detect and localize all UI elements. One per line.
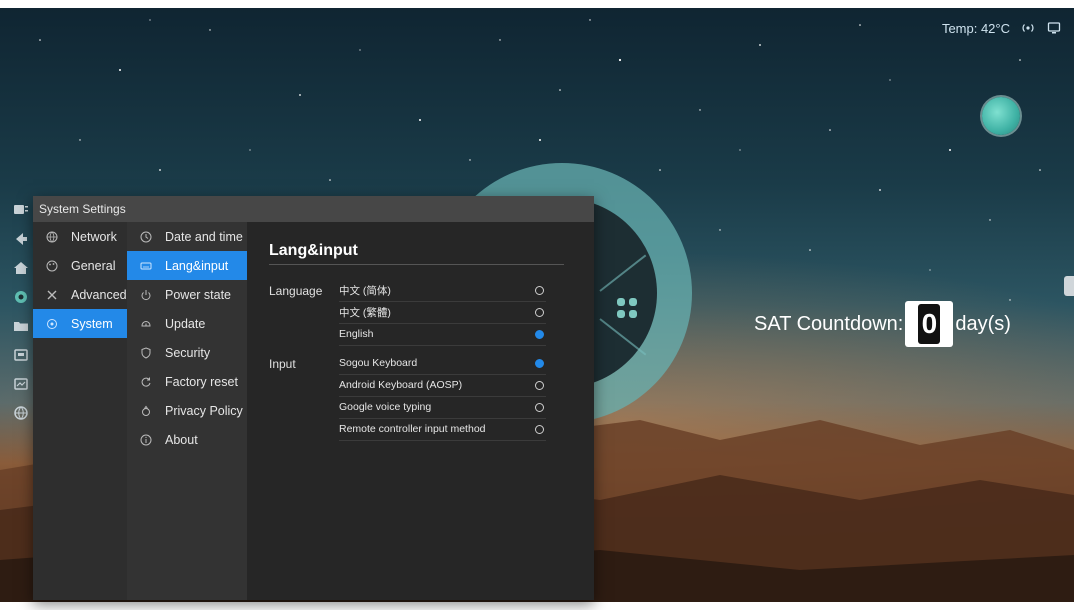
countdown-digit: 0 [918, 304, 941, 344]
category-label: General [71, 258, 116, 273]
signal-icon[interactable] [1020, 20, 1036, 36]
category-label: Network [71, 229, 117, 244]
input-option-remote-controller[interactable]: Remote controller input method [339, 418, 546, 441]
whiteboard-icon[interactable] [9, 369, 33, 398]
subitem-label: Privacy Policy [165, 403, 243, 418]
lang-input-panel: Lang&input Language 中文 (简体) 中文 (繁體) Engl… [247, 222, 594, 600]
temperature-readout: Temp: 42°C [941, 20, 1010, 36]
option-label: English [339, 328, 374, 340]
subitem-label: Date and time [165, 229, 243, 244]
subitem-label: About [165, 432, 198, 447]
countdown-label: SAT Countdown: [754, 312, 904, 335]
system-icon [45, 317, 59, 331]
subitem-about[interactable]: About [127, 425, 247, 454]
category-system[interactable]: System [33, 309, 127, 338]
globe-icon [45, 230, 59, 244]
category-network[interactable]: Network [33, 222, 127, 251]
gear-icon[interactable] [9, 282, 33, 311]
option-label: Android Keyboard (AOSP) [339, 379, 463, 391]
subitem-label: Factory reset [165, 374, 238, 389]
language-option-traditional-chinese[interactable]: 中文 (繁體) [339, 301, 546, 324]
subitem-update[interactable]: Update [127, 309, 247, 338]
option-label: Google voice typing [339, 401, 432, 413]
folder-icon[interactable] [9, 311, 33, 340]
category-general[interactable]: General [33, 251, 127, 280]
subcategory-list: Date and time Lang&input Power state Upd… [127, 222, 247, 600]
radio-button-selected[interactable] [535, 329, 544, 339]
screen-icon[interactable] [1046, 20, 1062, 36]
radio-button[interactable] [535, 402, 544, 412]
subitem-label: Power state [165, 287, 232, 302]
input-section-label: Input [269, 357, 296, 371]
tools-icon [45, 288, 59, 302]
palette-icon [45, 259, 59, 273]
countdown-unit: day(s) [955, 312, 1011, 335]
shield-icon [139, 346, 153, 360]
privacy-icon [139, 404, 153, 418]
radio-button[interactable] [535, 380, 544, 390]
keyboard-icon [139, 259, 153, 273]
subitem-date-and-time[interactable]: Date and time [127, 222, 247, 251]
option-label: 中文 (简体) [339, 284, 391, 297]
apps-grid-icon[interactable] [616, 297, 638, 319]
frame-top [0, 0, 1074, 8]
subitem-privacy-policy[interactable]: Privacy Policy [127, 396, 247, 425]
clock-icon [139, 230, 153, 244]
option-label: Sogou Keyboard [339, 357, 418, 369]
input-option-google-voice-typing[interactable]: Google voice typing [339, 396, 546, 419]
language-section-label: Language [269, 284, 323, 298]
reset-icon [139, 375, 153, 389]
browser-icon[interactable] [9, 398, 33, 427]
status-bar: Temp: 42°C [942, 17, 1062, 39]
power-icon [139, 288, 153, 302]
radio-button[interactable] [535, 424, 544, 434]
category-advanced[interactable]: Advanced [33, 280, 127, 309]
screenshot-icon[interactable] [9, 340, 33, 369]
subitem-lang-input[interactable]: Lang&input [127, 251, 247, 280]
back-icon[interactable] [9, 224, 33, 253]
sat-countdown-widget: SAT Countdown: 0 day(s) [754, 284, 1011, 364]
settings-app-icon[interactable] [9, 195, 33, 224]
info-icon [139, 433, 153, 447]
radio-button-selected[interactable] [535, 358, 544, 368]
input-option-sogou-keyboard[interactable]: Sogou Keyboard [339, 352, 546, 375]
subitem-factory-reset[interactable]: Factory reset [127, 367, 247, 396]
update-icon [139, 317, 153, 331]
subitem-label: Security [165, 345, 211, 360]
category-label: System [71, 316, 113, 331]
panel-divider [269, 264, 564, 265]
panel-title: Lang&input [269, 242, 358, 259]
window-title: System Settings [33, 196, 594, 222]
right-edge-handle[interactable] [1064, 276, 1074, 296]
subitem-label: Lang&input [165, 258, 229, 273]
floating-assistant-ball[interactable] [982, 97, 1020, 135]
home-icon[interactable] [9, 253, 33, 282]
option-label: Remote controller input method [339, 423, 486, 435]
language-option-english[interactable]: English [339, 323, 546, 346]
left-taskbar [8, 195, 34, 595]
option-label: 中文 (繁體) [339, 306, 391, 319]
language-option-simplified-chinese[interactable]: 中文 (简体) [339, 279, 546, 302]
subitem-power-state[interactable]: Power state [127, 280, 247, 309]
subitem-security[interactable]: Security [127, 338, 247, 367]
subitem-label: Update [165, 316, 206, 331]
input-option-android-keyboard[interactable]: Android Keyboard (AOSP) [339, 374, 546, 397]
radio-button[interactable] [535, 307, 544, 317]
countdown-flip-card: 0 [905, 301, 954, 347]
frame-bottom [0, 602, 1074, 610]
category-list: Network General Advanced System [33, 222, 127, 600]
radio-button[interactable] [535, 285, 544, 295]
system-settings-window: System Settings Network General Advanced… [33, 196, 594, 600]
category-label: Advanced [71, 287, 127, 302]
